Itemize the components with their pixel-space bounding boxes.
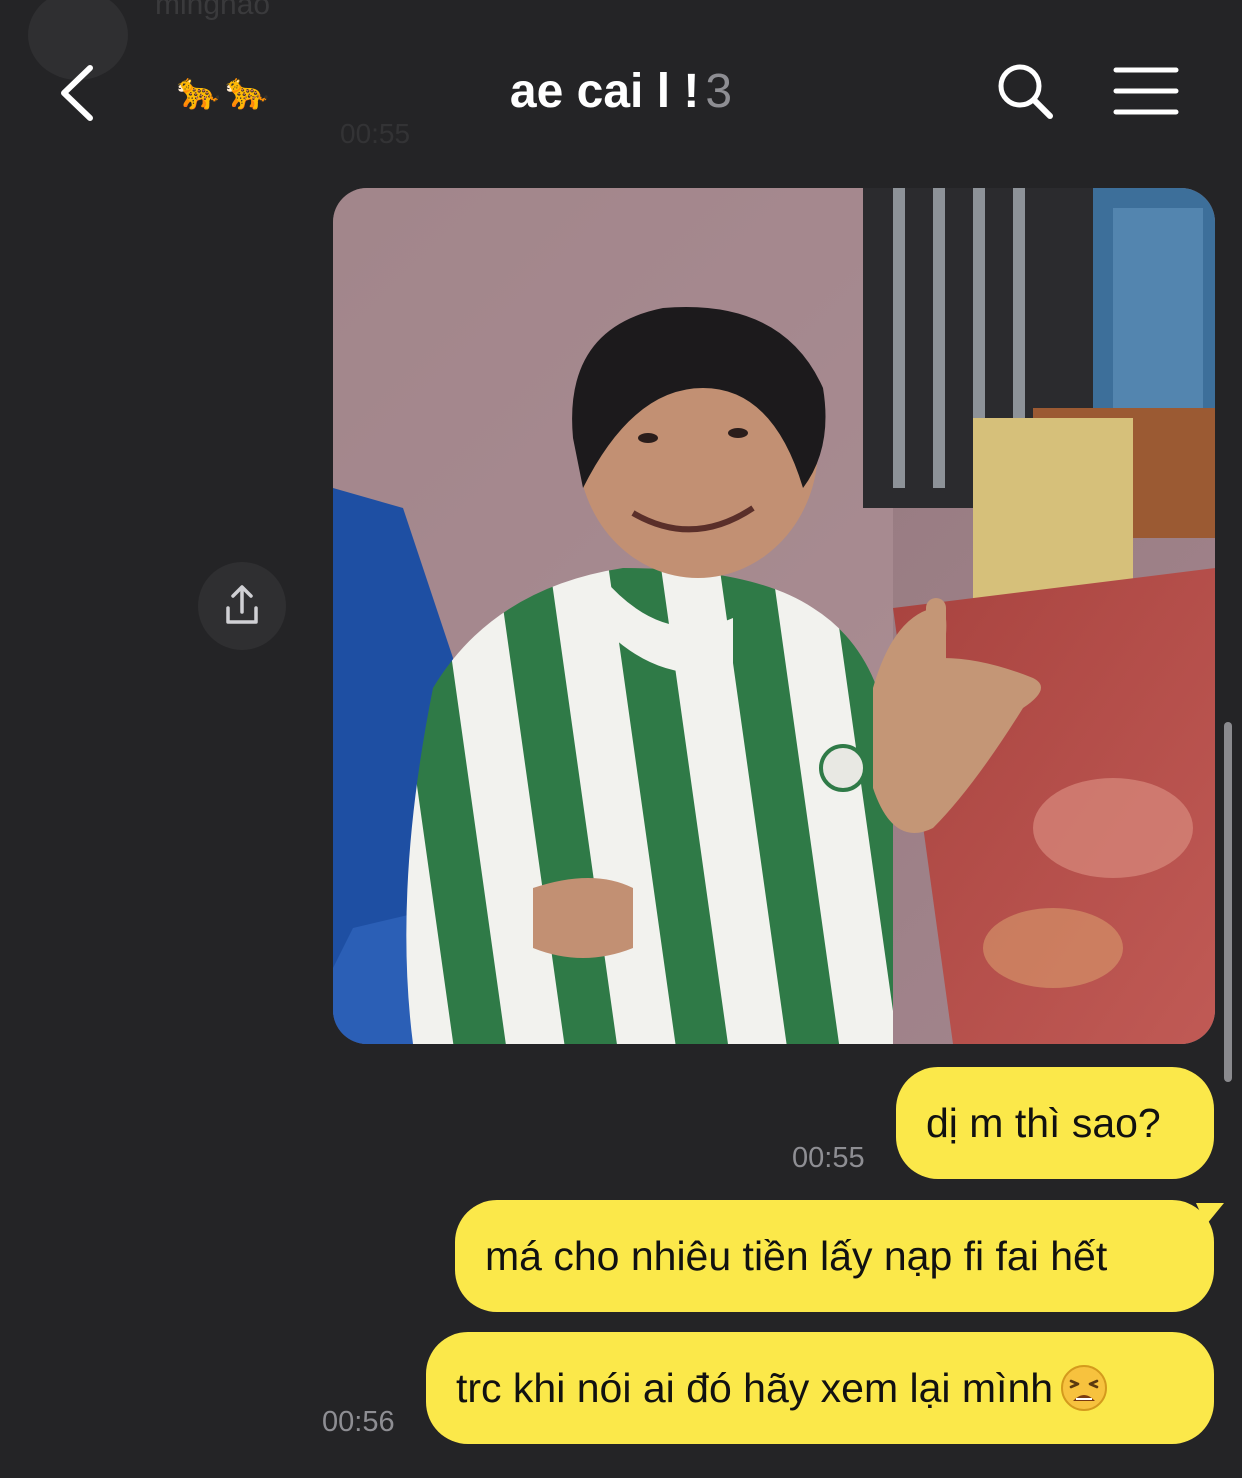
menu-button[interactable] — [1112, 62, 1180, 120]
message-timestamp: 00:55 — [792, 1142, 865, 1174]
message-text: trc khi nói ai đó hãy xem lại mình — [456, 1364, 1054, 1411]
image-message[interactable] — [333, 188, 1215, 1044]
weary-face-icon — [1061, 1365, 1108, 1411]
share-button[interactable] — [198, 562, 286, 650]
share-icon — [226, 585, 258, 624]
message-text: má cho nhiêu tiền lấy nạp fi fai hết — [485, 1232, 1108, 1279]
scrollbar[interactable] — [1224, 722, 1232, 1082]
ghost-timestamp: 00:55 — [340, 118, 411, 149]
message-bubble[interactable]: má cho nhiêu tiền lấy nạp fi fai hết — [455, 1200, 1214, 1312]
ghost-sender-name: minghao — [155, 0, 271, 21]
message-bubble[interactable]: dị m thì sao? — [896, 1067, 1214, 1179]
photo-content — [333, 188, 1215, 1044]
bubble-tail — [1196, 1203, 1224, 1225]
search-button[interactable] — [994, 60, 1058, 124]
chat-header: minghao 🐆🐆 00:55 ae cai l ! 3 — [0, 0, 1242, 180]
message-bubble[interactable]: trc khi nói ai đó hãy xem lại mình — [426, 1332, 1214, 1444]
message-timestamp: 00:56 — [322, 1406, 395, 1438]
member-count: 3 — [705, 65, 733, 118]
message-text: dị m thì sao? — [926, 1099, 1161, 1146]
chat-title-text: ae cai l ! — [509, 65, 700, 118]
hamburger-menu-icon — [1113, 67, 1179, 115]
search-icon — [998, 64, 1053, 119]
